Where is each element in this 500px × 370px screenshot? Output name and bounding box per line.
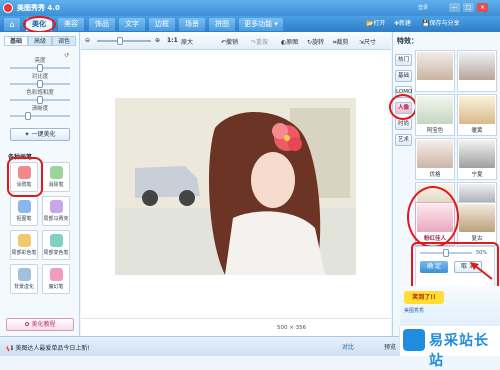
cutout-pen-icon [17, 200, 31, 213]
color-pen-icon [17, 234, 31, 247]
original-button[interactable]: ◐原图 [281, 37, 298, 46]
zoom-in-icon[interactable]: ⊕ [155, 37, 160, 44]
tool-local-color-pen[interactable]: 局部彩色笔 [10, 230, 38, 260]
open-button[interactable]: 📂打开 [366, 18, 386, 30]
editor-toolbar: ⊖ ⊕ 1:1 原大 ↶撤销 ↷重做 ◐原图 ↻旋转 ⌗裁剪 ⇲尺寸 [81, 32, 391, 50]
site-name: 易采站长站 [429, 333, 489, 369]
portrait-illustration [115, 98, 356, 275]
save-share-button[interactable]: 💾保存与分享 [422, 18, 460, 30]
close-button[interactable]: × [477, 3, 488, 12]
image-canvas[interactable] [81, 50, 391, 318]
one-key-beautify-button[interactable]: ✦ 一键美化 [10, 128, 70, 141]
canvas-status: 500 × 356 [81, 318, 391, 336]
rotate-button[interactable]: ↻旋转 [307, 37, 324, 46]
app-logo-icon [3, 3, 13, 13]
home-icon[interactable]: ⌂ [4, 18, 20, 31]
zoom-icon[interactable]: ⊖ [85, 37, 90, 44]
undo-button[interactable]: ↶撤销 [221, 37, 238, 46]
slider-sharpness[interactable] [10, 112, 70, 120]
zoom-knob[interactable] [117, 37, 123, 45]
slider-brightness[interactable] [10, 64, 70, 72]
slider-knob[interactable] [37, 64, 43, 72]
tab-accessories[interactable]: 饰品 [89, 18, 115, 31]
tab-text[interactable]: 文字 [119, 18, 145, 31]
slider-knob[interactable] [25, 112, 31, 120]
app-title: 美图秀秀 4.0 [17, 4, 60, 12]
tab-more-features[interactable]: 更多功能 ▾ [239, 18, 283, 31]
slider-label-sharpness: 清晰度 [31, 106, 49, 112]
title-bar: 美图秀秀 4.0 登录 — □ × [0, 0, 500, 16]
account-link[interactable]: 登录 [418, 4, 428, 11]
site-watermark: 易采站长站 [399, 326, 500, 369]
effect-item[interactable] [415, 50, 455, 92]
crop-button[interactable]: ⌗裁剪 [333, 37, 348, 47]
tool-magic-pen[interactable]: 魔幻笔 [42, 264, 70, 294]
tool-cutout-pen[interactable]: 抠图笔 [10, 196, 38, 226]
news-message[interactable]: 📢 美图达人最爱单品今日上新! [6, 343, 90, 352]
subtab-basic[interactable]: 基础 [4, 36, 28, 46]
blur-icon [17, 268, 31, 281]
tab-border[interactable]: 边框 [149, 18, 175, 31]
effect-abao[interactable]: 阿宝色 [415, 94, 455, 136]
recolor-pen-icon [49, 234, 63, 247]
ad-badge: 笑到了!! [404, 291, 444, 304]
highlight-circle [411, 242, 499, 292]
slider-label-contrast: 对比度 [31, 74, 49, 80]
subtabs: 基础 高级 调色 [4, 36, 76, 46]
tab-scene[interactable]: 场景 [179, 18, 205, 31]
eraser-pen-icon [49, 166, 63, 179]
highlight-circle [7, 157, 43, 197]
subtab-advanced[interactable]: 高级 [28, 36, 52, 46]
tool-background-blur[interactable]: 背景虚化 [10, 264, 38, 294]
mosaic-icon [49, 200, 63, 213]
effect-retro[interactable]: 复古 [457, 202, 497, 246]
category-hot[interactable]: 热门 [395, 54, 412, 66]
size-button[interactable]: ⇲尺寸 [359, 37, 376, 46]
zoom-fit[interactable]: 原大 [181, 37, 193, 46]
new-button[interactable]: ✚新建 [394, 18, 411, 30]
tutorial-button[interactable]: ✿ 美化教程 [6, 318, 74, 331]
tab-beauty[interactable]: 美容 [58, 18, 84, 31]
slider-label-brightness: 亮度 [34, 58, 46, 64]
left-panel: 基础 高级 调色 ↺ 亮度 对比度 色彩饱和度 清晰度 ✦ 一键美化 各种画笔 … [0, 32, 80, 336]
category-art[interactable]: 艺术 [395, 134, 412, 146]
tool-local-recolor-pen[interactable]: 局部变色笔 [42, 230, 70, 260]
minimize-button[interactable]: — [449, 3, 460, 12]
compare-button[interactable]: 对比 [342, 342, 354, 351]
highlight-circle [407, 186, 459, 248]
ad-text: 美图秀秀 [404, 308, 425, 314]
highlight-circle [23, 16, 56, 33]
zoom-ratio[interactable]: 1:1 [167, 37, 178, 44]
slider-knob[interactable] [37, 80, 43, 88]
effect-item[interactable] [457, 50, 497, 92]
photo [115, 98, 356, 275]
tool-eraser-pen[interactable]: 消除笔 [42, 162, 70, 192]
tab-collage[interactable]: 拼图 [209, 18, 235, 31]
redo-button[interactable]: ↷重做 [251, 37, 268, 46]
preview-button[interactable]: 预览 [384, 342, 396, 351]
slider-contrast[interactable] [10, 80, 70, 88]
effect-warm-yellow[interactable]: 暖黄 [457, 94, 497, 136]
slider-knob[interactable] [37, 96, 43, 104]
image-size: 500 × 356 [277, 325, 307, 331]
subtab-color[interactable]: 调色 [52, 36, 76, 46]
maximize-button[interactable]: □ [463, 3, 474, 12]
center-panel: ⊖ ⊕ 1:1 原大 ↶撤销 ↷重做 ◐原图 ↻旋转 ⌗裁剪 ⇲尺寸 500 ×… [81, 32, 391, 336]
main-menu-bar: ⌂ 美化 美容 饰品 文字 边框 场景 拼图 更多功能 ▾ 📂打开 ✚新建 💾保… [0, 16, 500, 33]
effects-header: 特效： [397, 37, 418, 45]
tool-mosaic[interactable]: 局部马赛克 [42, 196, 70, 226]
effect-ningxia[interactable]: 宁夏 [457, 138, 497, 180]
category-basic[interactable]: 基础 [395, 70, 412, 82]
site-logo-icon [403, 329, 425, 351]
slider-label-saturation: 色彩饱和度 [26, 90, 54, 96]
zoom-slider[interactable] [97, 37, 151, 45]
magic-pen-icon [49, 268, 63, 281]
highlight-circle [389, 94, 417, 120]
effect-yogurt[interactable]: 优格 [415, 138, 455, 180]
slider-saturation[interactable] [10, 96, 70, 104]
